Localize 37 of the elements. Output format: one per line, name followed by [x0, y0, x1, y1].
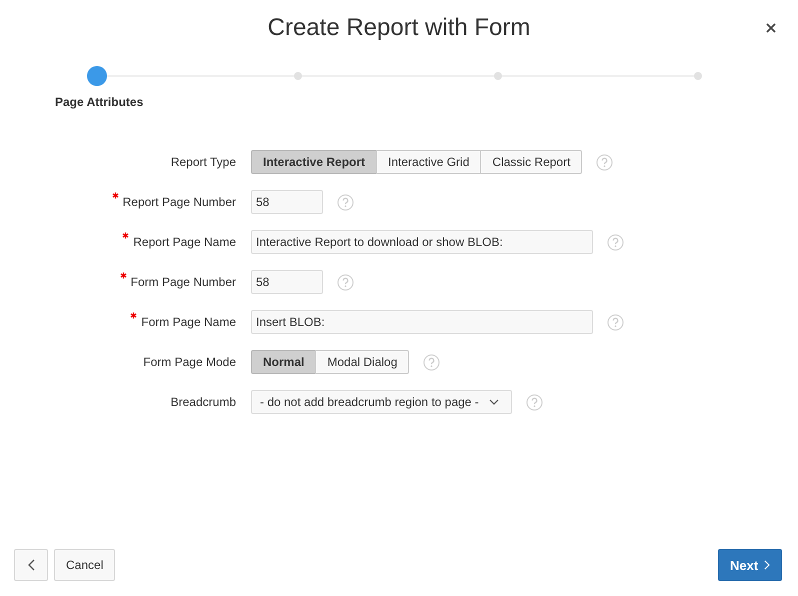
next-button[interactable]: Next: [718, 549, 782, 581]
close-icon: [766, 23, 776, 33]
field-label: Form Page Mode: [143, 355, 236, 369]
toggle-option[interactable]: Modal Dialog: [315, 350, 410, 374]
toggle-option[interactable]: Normal: [251, 350, 316, 374]
help-icon[interactable]: [596, 154, 614, 170]
chevron-left-icon: [27, 559, 35, 571]
field-label: Breadcrumb: [170, 395, 236, 409]
field-label: Form Page Name: [130, 315, 236, 329]
text-field[interactable]: Insert BLOB:: [251, 310, 593, 334]
help-icon[interactable]: [337, 194, 354, 210]
field-label: Report Page Name: [122, 235, 236, 249]
required-icon: [130, 312, 138, 319]
field-label: Report Page Number: [112, 195, 236, 209]
chevron-right-icon: [764, 559, 770, 571]
required-icon: [120, 272, 127, 279]
cancel-button[interactable]: Cancel: [54, 549, 116, 581]
number-field[interactable]: 58: [251, 190, 323, 214]
field-label: Form Page Number: [120, 275, 236, 289]
help-icon[interactable]: [607, 314, 624, 330]
help-icon[interactable]: [607, 234, 624, 250]
step-label: Page Attributes: [55, 95, 144, 109]
dialog-title: Create Report with Form: [268, 14, 530, 42]
toggle-option[interactable]: Classic Report: [480, 150, 582, 174]
number-field[interactable]: 58: [251, 270, 323, 294]
help-icon[interactable]: [423, 354, 440, 370]
required-icon: [122, 232, 130, 239]
select-field[interactable]: - do not add breadcrumb region to page -: [251, 390, 512, 414]
required-icon: [112, 192, 119, 199]
chevron-down-icon: [488, 399, 499, 405]
field-label: Report Type: [170, 155, 236, 169]
text-field[interactable]: Interactive Report to download or show BLOB:: [251, 230, 593, 254]
toggle-option[interactable]: Interactive Grid: [376, 150, 482, 174]
toggle-option[interactable]: Interactive Report: [251, 150, 378, 174]
help-icon[interactable]: [526, 394, 543, 410]
help-icon[interactable]: [337, 274, 354, 290]
back-button[interactable]: [14, 549, 48, 581]
